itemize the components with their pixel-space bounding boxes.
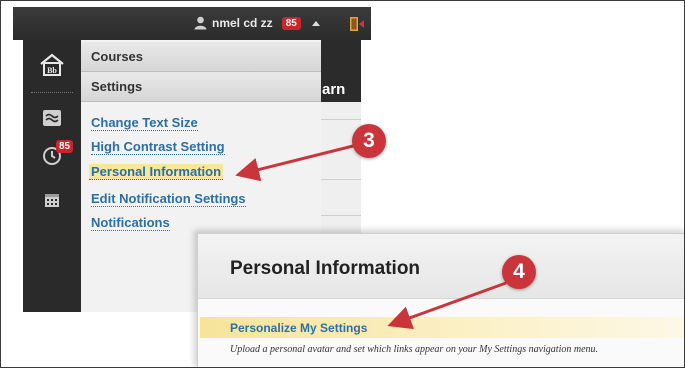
screenshot-frame: nmel cd zz 85 Bb 85 Courses Settings Cha… bbox=[0, 0, 685, 368]
step-3-callout: 3 bbox=[352, 124, 386, 158]
arrow-step-3 bbox=[235, 144, 354, 182]
step-4-callout: 4 bbox=[502, 255, 536, 289]
callout-arrows bbox=[235, 144, 507, 330]
arrow-step-4 bbox=[387, 281, 507, 330]
